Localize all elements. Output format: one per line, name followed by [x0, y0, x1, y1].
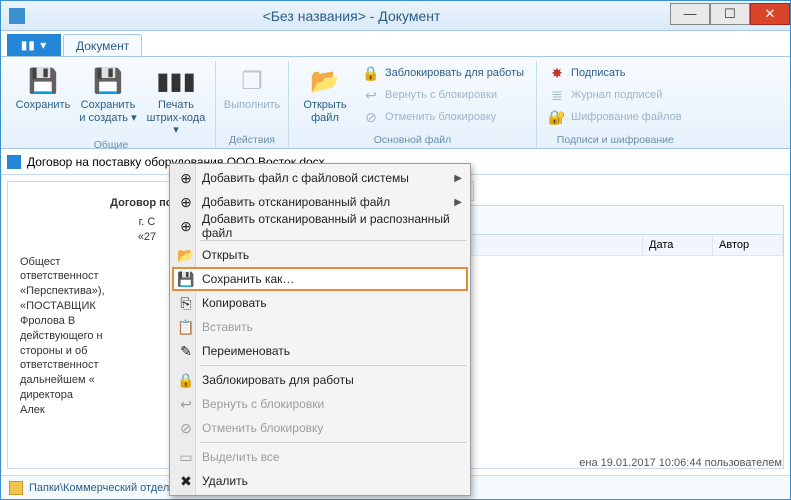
app-icon [9, 8, 25, 24]
menu-item-label: Отменить блокировку [202, 421, 323, 435]
menu-item-icon: ⊕ [177, 194, 195, 211]
menu-item-icon: ↩ [177, 396, 195, 413]
return-lock-button: ↩Вернуть с блокировки [359, 85, 528, 105]
encrypt-files-button: 🔐Шифрование файлов [545, 107, 686, 127]
menu-item-icon: 📋 [177, 319, 195, 336]
menu-item-label: Переименовать [202, 344, 290, 358]
context-menu-item[interactable]: 💾 Сохранить как… [172, 267, 468, 291]
open-file-button[interactable]: 📂 Открыть файл [297, 61, 353, 132]
menu-item-label: Заблокировать для работы [202, 373, 354, 387]
folder-icon [9, 481, 23, 495]
context-menu: ⊕ Добавить файл с файловой системы ▶ ⊕ Добав… [169, 163, 471, 496]
menu-item-label: Вернуть с блокировки [202, 397, 324, 411]
menu-item-icon: ✖ [177, 473, 195, 490]
window-buttons: — ☐ ✕ [670, 7, 790, 25]
ribbon-file-tab[interactable]: ▮▮ ▾ [7, 34, 61, 56]
menu-item-icon: ⊘ [177, 420, 195, 437]
menu-item-label: Копировать [202, 296, 267, 310]
menu-item-icon: ⊕ [177, 218, 195, 235]
modified-info: ена 19.01.2017 10:06:44 пользователем [579, 457, 782, 469]
cancel-lock-icon: ⊘ [363, 109, 379, 125]
ribbon-tab-document[interactable]: Документ [63, 34, 142, 56]
sign-button[interactable]: ✸Подписать [545, 63, 686, 83]
menu-item-icon: 💾 [177, 271, 195, 288]
encrypt-icon: 🔐 [549, 109, 565, 125]
minimize-button[interactable]: — [670, 3, 710, 25]
save-and-create-button[interactable]: 💾 Сохранить и создать ▾ [77, 61, 139, 137]
sign-icon: ✸ [549, 65, 565, 81]
menu-item-icon: 📂 [177, 247, 195, 264]
window-title: <Без названия> - Документ [33, 8, 670, 24]
menu-item-icon: ✎ [177, 343, 195, 360]
menu-item-label: Добавить файл с файловой системы [202, 171, 409, 185]
context-menu-item: ▭ Выделить все [172, 445, 468, 469]
menu-item-label: Добавить отсканированный файл [202, 195, 390, 209]
menu-item-icon: 🔒 [177, 372, 195, 389]
ribbon-group-sign: ✸Подписать ≣Журнал подписей 🔐Шифрование … [537, 61, 694, 148]
submenu-arrow-icon: ▶ [454, 173, 462, 184]
menu-item-label: Сохранить как… [202, 272, 294, 286]
lock-button[interactable]: 🔒Заблокировать для работы [359, 63, 528, 83]
menu-item-label: Добавить отсканированный и распознанный … [202, 212, 450, 240]
save-create-icon: 💾 [92, 65, 124, 97]
context-menu-item[interactable]: ⊕ Добавить файл с файловой системы ▶ [172, 166, 468, 190]
save-icon: 💾 [27, 65, 59, 97]
context-menu-item[interactable]: 🔒 Заблокировать для работы [172, 368, 468, 392]
word-file-icon [7, 155, 21, 169]
menu-item-icon: ▭ [177, 449, 195, 466]
menu-item-label: Открыть [202, 248, 249, 262]
signature-journal-button: ≣Журнал подписей [545, 85, 686, 105]
menu-item-label: Вставить [202, 320, 253, 334]
submenu-arrow-icon: ▶ [454, 197, 462, 208]
ribbon: 💾 Сохранить 💾 Сохранить и создать ▾ ▮▮▮ … [1, 57, 790, 149]
lock-icon: 🔒 [363, 65, 379, 81]
context-menu-item[interactable]: ✎ Переименовать [172, 339, 468, 363]
context-menu-item: ↩ Вернуть с блокировки [172, 392, 468, 416]
context-menu-item[interactable]: ⎘ Копировать [172, 291, 468, 315]
menu-item-icon: ⎘ [177, 295, 195, 312]
menu-item-label: Выделить все [202, 450, 280, 464]
ribbon-group-common: 💾 Сохранить 💾 Сохранить и создать ▾ ▮▮▮ … [7, 61, 216, 148]
close-button[interactable]: ✕ [750, 3, 790, 25]
save-button[interactable]: 💾 Сохранить [15, 61, 71, 137]
print-barcode-button[interactable]: ▮▮▮ Печать штрих-кода ▾ [145, 61, 207, 137]
maximize-button[interactable]: ☐ [710, 3, 750, 25]
title-bar: <Без названия> - Документ — ☐ ✕ [1, 1, 790, 31]
ribbon-group-mainfile: 📂 Открыть файл 🔒Заблокировать для работы… [289, 61, 537, 148]
ribbon-group-actions: ❐ Выполнить Действия [216, 61, 289, 148]
context-menu-item[interactable]: ⊕ Добавить отсканированный и распознанный… [172, 214, 468, 238]
barcode-icon: ▮▮▮ [160, 65, 192, 97]
open-folder-icon: 📂 [309, 65, 341, 97]
execute-icon: ❐ [236, 65, 268, 97]
context-menu-item: ⊘ Отменить блокировку [172, 416, 468, 440]
return-icon: ↩ [363, 87, 379, 103]
journal-icon: ≣ [549, 87, 565, 103]
cancel-lock-button: ⊘Отменить блокировку [359, 107, 528, 127]
context-menu-item[interactable]: ⊕ Добавить отсканированный файл ▶ [172, 190, 468, 214]
context-menu-item: 📋 Вставить [172, 315, 468, 339]
context-menu-item[interactable]: 📂 Открыть [172, 243, 468, 267]
menu-item-label: Удалить [202, 474, 248, 488]
menu-item-icon: ⊕ [177, 170, 195, 187]
context-menu-item[interactable]: ✖ Удалить [172, 469, 468, 493]
ribbon-tabs: ▮▮ ▾ Документ [1, 31, 790, 57]
execute-button: ❐ Выполнить [224, 61, 280, 132]
